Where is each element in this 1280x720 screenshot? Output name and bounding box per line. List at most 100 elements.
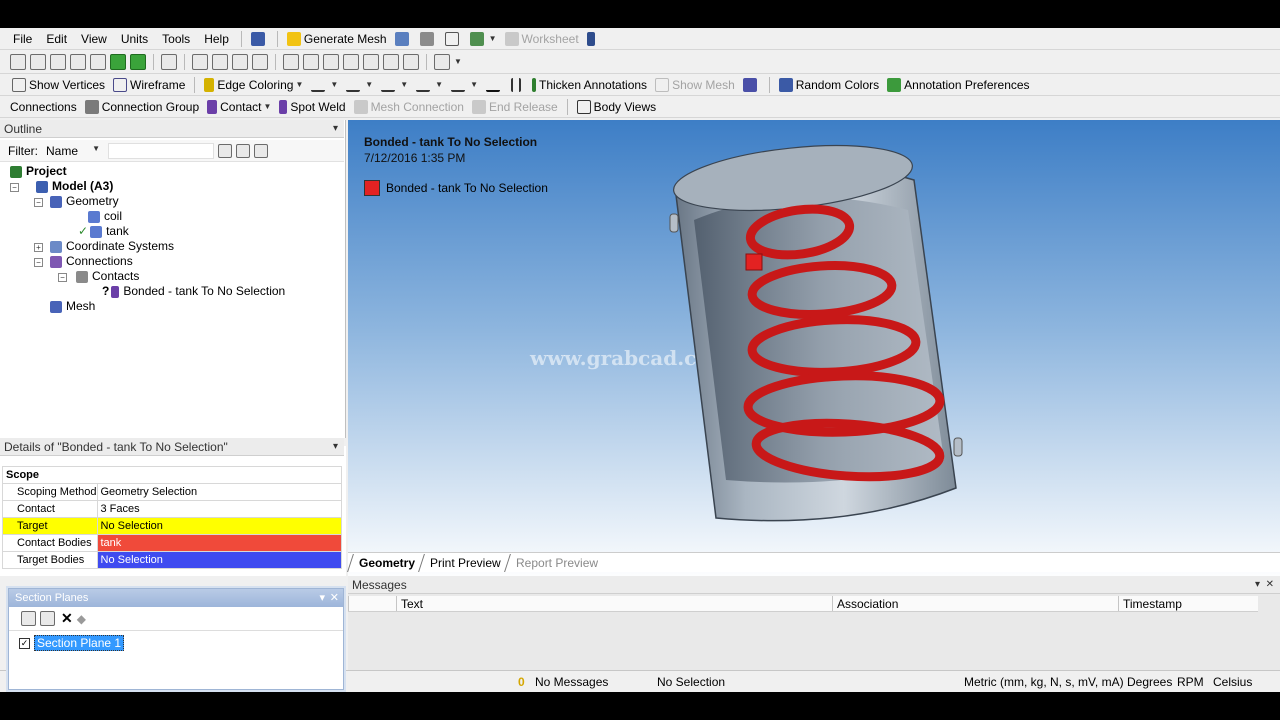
select-type-icon[interactable] xyxy=(30,53,46,70)
collapse-icon[interactable]: − xyxy=(10,183,19,192)
tag-icon[interactable] xyxy=(403,53,419,70)
edge-style-4-button[interactable]: ▼ xyxy=(412,75,447,95)
chart-button[interactable] xyxy=(416,29,441,49)
status-angle[interactable]: Degrees xyxy=(1127,675,1172,689)
clear-filter-icon[interactable] xyxy=(236,143,250,158)
vertex-select-icon[interactable] xyxy=(70,53,86,70)
close-icon[interactable]: ✕ xyxy=(330,589,339,607)
connection-group-button[interactable]: Connection Group xyxy=(81,97,203,117)
details-row-value[interactable]: No Selection xyxy=(96,551,342,569)
end-release-button[interactable]: End Release xyxy=(468,97,562,117)
menu-tools[interactable]: Tools xyxy=(155,30,197,48)
tree-node-coil[interactable]: coil xyxy=(88,209,122,224)
worksheet-button[interactable]: Worksheet xyxy=(501,29,583,49)
details-row-value[interactable]: tank xyxy=(96,534,342,552)
select-mode-icon[interactable] xyxy=(10,53,26,70)
column-association[interactable]: Association xyxy=(832,596,1118,611)
collapse-icon[interactable]: − xyxy=(34,198,43,207)
tree-node-connections[interactable]: Connections xyxy=(50,254,133,269)
column-timestamp[interactable]: Timestamp xyxy=(1118,596,1258,611)
pan-icon[interactable] xyxy=(212,53,228,70)
section-plane-item[interactable]: ✓ Section Plane 1 xyxy=(9,631,343,651)
details-row-value[interactable]: 3 Faces xyxy=(96,500,342,518)
menu-help[interactable]: Help xyxy=(197,30,236,48)
box-zoom-icon[interactable] xyxy=(252,53,268,70)
face-select-icon[interactable] xyxy=(110,53,126,70)
menu-units[interactable]: Units xyxy=(114,30,155,48)
edge-select-icon[interactable] xyxy=(90,53,106,70)
random-colors-button[interactable]: Random Colors xyxy=(775,75,883,95)
edge-style-5-button[interactable]: ▼ xyxy=(447,75,482,95)
previous-view-icon[interactable] xyxy=(323,53,339,70)
edge-style-3-button[interactable]: ▼ xyxy=(377,75,412,95)
display-button[interactable]: ▼ xyxy=(466,29,501,49)
graphics-viewport[interactable]: Bonded - tank To No Selection 7/12/2016 … xyxy=(348,120,1280,582)
status-rpm[interactable]: RPM xyxy=(1177,675,1204,689)
zoom-icon[interactable] xyxy=(232,53,248,70)
tree-node-contacts[interactable]: Contacts xyxy=(76,269,139,284)
tree-node-project[interactable]: Project xyxy=(10,164,67,179)
column-text[interactable]: Text xyxy=(396,596,832,611)
collapse-icon[interactable]: − xyxy=(58,273,67,282)
pointer-icon[interactable] xyxy=(50,53,66,70)
body-select-icon[interactable] xyxy=(130,53,146,70)
tree-node-model[interactable]: Model (A3) xyxy=(36,179,113,194)
viewport-layout-icon[interactable] xyxy=(434,53,450,70)
show-mesh-button[interactable]: Show Mesh xyxy=(651,75,739,95)
tab-report-preview[interactable]: Report Preview xyxy=(503,554,609,572)
wireframe-button[interactable]: Wireframe xyxy=(109,75,189,95)
next-view-icon[interactable] xyxy=(343,53,359,70)
refresh-icon[interactable] xyxy=(218,143,232,158)
menu-file[interactable]: File xyxy=(6,30,39,48)
collapse-icon[interactable]: − xyxy=(34,258,43,267)
thicken-annotations-button[interactable]: Thicken Annotations xyxy=(528,75,651,95)
menu-view[interactable]: View xyxy=(74,30,114,48)
tree-node-bonded-contact[interactable]: ? Bonded - tank To No Selection xyxy=(102,284,285,299)
expand-icon[interactable]: + xyxy=(34,243,43,252)
details-row-value[interactable]: No Selection xyxy=(96,517,342,535)
show-vertices-button[interactable]: Show Vertices xyxy=(8,75,109,95)
tree-node-coordinate-systems[interactable]: Coordinate Systems xyxy=(50,239,174,254)
pin-icon[interactable]: ▾ xyxy=(333,120,338,138)
status-temp[interactable]: Celsius xyxy=(1213,675,1252,689)
status-messages[interactable]: No Messages xyxy=(535,675,608,689)
edge-direction-button[interactable] xyxy=(482,75,507,95)
close-icon[interactable]: ✕ xyxy=(1266,576,1274,594)
zoom-to-fit-icon[interactable] xyxy=(283,53,299,70)
expand-all-icon[interactable] xyxy=(254,143,268,158)
pin-icon[interactable]: ▾ xyxy=(319,589,325,607)
edge-thickness-button[interactable] xyxy=(507,75,528,95)
isometric-icon[interactable] xyxy=(363,53,379,70)
edge-coloring-button[interactable]: Edge Coloring ▼ xyxy=(200,75,307,95)
body-views-button[interactable]: Body Views xyxy=(573,97,660,117)
filter-search-input[interactable] xyxy=(108,142,214,159)
explode-button[interactable] xyxy=(739,75,764,95)
solve-button[interactable] xyxy=(247,29,272,49)
annotation-preferences-button[interactable]: Annotation Preferences xyxy=(883,75,1033,95)
edit-section-plane-icon[interactable] xyxy=(40,611,55,626)
magnifier-icon[interactable] xyxy=(303,53,319,70)
contact-button[interactable]: Contact ▼ xyxy=(203,97,275,117)
mesh-connection-button[interactable]: Mesh Connection xyxy=(350,97,468,117)
image-button[interactable] xyxy=(391,29,416,49)
details-row-value[interactable]: Geometry Selection xyxy=(96,483,342,501)
status-units[interactable]: Metric (mm, kg, N, s, mV, mA) xyxy=(964,675,1124,689)
menu-edit[interactable]: Edit xyxy=(39,30,74,48)
new-section-plane-icon[interactable] xyxy=(21,611,36,626)
help-pointer-button[interactable] xyxy=(583,29,602,49)
rotate-icon[interactable] xyxy=(192,53,208,70)
tree-node-geometry[interactable]: Geometry xyxy=(50,194,119,209)
extend-selection-icon[interactable] xyxy=(161,53,177,70)
tab-geometry[interactable]: Geometry xyxy=(347,554,426,572)
set-view-icon[interactable] xyxy=(383,53,399,70)
show-capping-icon[interactable]: ◆ xyxy=(77,612,86,626)
delete-section-plane-icon[interactable]: ✕ xyxy=(61,610,73,627)
connections-button[interactable]: Connections xyxy=(6,97,81,117)
tree-node-mesh[interactable]: Mesh xyxy=(50,299,95,314)
edge-style-2-button[interactable]: ▼ xyxy=(342,75,377,95)
section-plane-checkbox[interactable]: ✓ xyxy=(19,637,30,649)
filter-select[interactable]: Name ▼ xyxy=(46,144,100,158)
edge-style-1-button[interactable]: ▼ xyxy=(307,75,342,95)
spot-weld-button[interactable]: Spot Weld xyxy=(275,97,349,117)
tree-node-tank[interactable]: ✓ tank xyxy=(78,224,129,239)
